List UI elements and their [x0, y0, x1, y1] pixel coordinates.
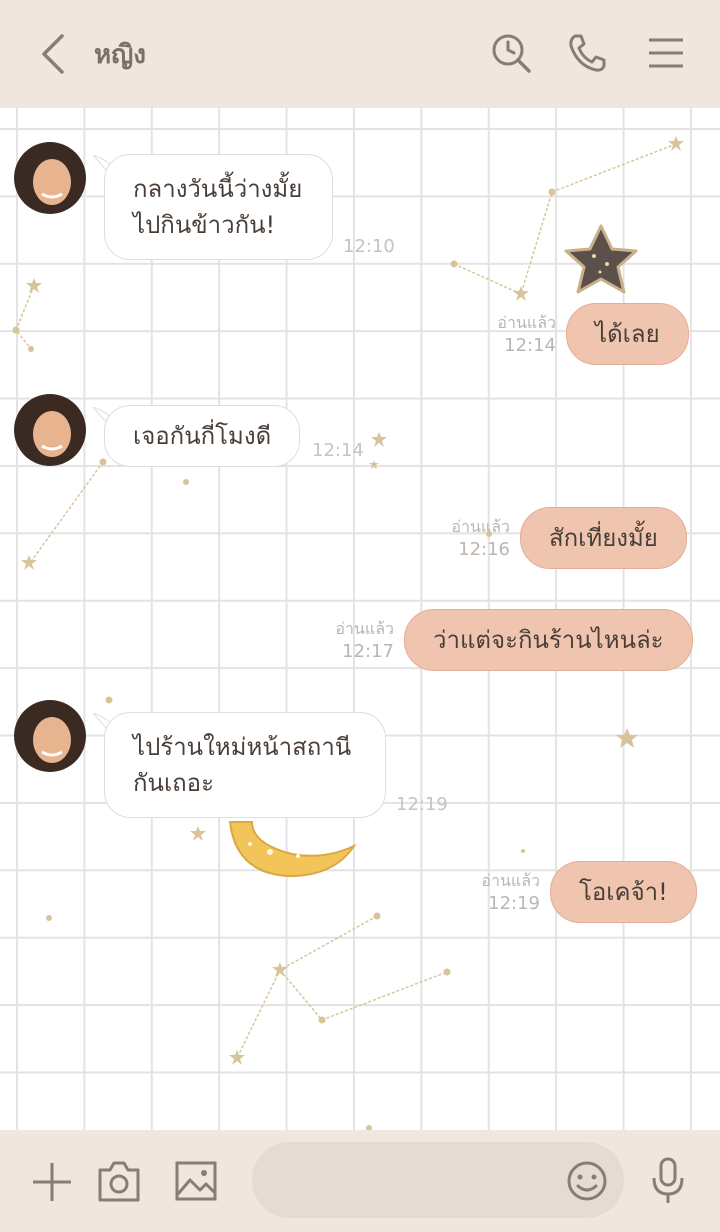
camera-icon[interactable]	[96, 1158, 142, 1204]
emoji-icon[interactable]	[566, 1160, 608, 1202]
moon-sticker	[228, 821, 357, 878]
microphone-icon[interactable]	[650, 1156, 686, 1206]
message-bubble-outgoing[interactable]: ว่าแต่จะกินร้านไหนล่ะ	[404, 609, 693, 671]
message-time: 12:14	[504, 335, 556, 356]
message-bubble-incoming[interactable]: เจอกันกี่โมงดี	[104, 405, 301, 467]
message-time: 12:16	[458, 539, 510, 560]
message-meta: อ่านแล้ว 12:14	[480, 312, 556, 358]
input-bar	[0, 1130, 720, 1232]
message-bubble-incoming[interactable]: ไปร้านใหม่หน้าสถานี กันเถอะ	[104, 712, 386, 818]
avatar[interactable]	[14, 142, 86, 214]
avatar[interactable]	[14, 700, 86, 772]
contact-name[interactable]: หญิง	[94, 34, 146, 75]
message-time: 12:19	[396, 794, 448, 815]
message-meta: อ่านแล้ว 12:19	[464, 870, 540, 916]
message-bubble-outgoing[interactable]: ได้เลย	[566, 303, 689, 365]
image-icon[interactable]	[174, 1160, 218, 1202]
read-receipt: อ่านแล้ว	[481, 871, 540, 890]
message-bubble-incoming[interactable]: กลางวันนี้ว่างมั้ย ไปกินข้าวกัน!	[104, 154, 333, 260]
read-receipt: อ่านแล้ว	[451, 517, 510, 536]
star-sticker	[564, 224, 638, 294]
menu-icon[interactable]	[646, 32, 688, 74]
read-receipt: อ่านแล้ว	[497, 313, 556, 332]
avatar[interactable]	[14, 394, 86, 466]
chat-header: หญิง	[0, 0, 720, 108]
message-meta: อ่านแล้ว 12:17	[318, 618, 394, 664]
plus-icon[interactable]	[30, 1160, 74, 1204]
message-time: 12:19	[488, 893, 540, 914]
message-bubble-outgoing[interactable]: โอเคจ้า!	[550, 861, 697, 923]
search-history-icon[interactable]	[490, 32, 532, 74]
message-meta: อ่านแล้ว 12:16	[434, 516, 510, 562]
message-time: 12:17	[342, 641, 394, 662]
read-receipt: อ่านแล้ว	[335, 619, 394, 638]
chat-area[interactable]: กลางวันนี้ว่างมั้ย ไปกินข้าวกัน! 12:10 อ…	[0, 108, 720, 1130]
phone-icon[interactable]	[566, 32, 608, 74]
message-time: 12:10	[343, 236, 395, 257]
message-time: 12:14	[312, 440, 364, 461]
chevron-left-icon[interactable]	[34, 30, 74, 78]
message-bubble-outgoing[interactable]: สักเที่ยงมั้ย	[520, 507, 687, 569]
